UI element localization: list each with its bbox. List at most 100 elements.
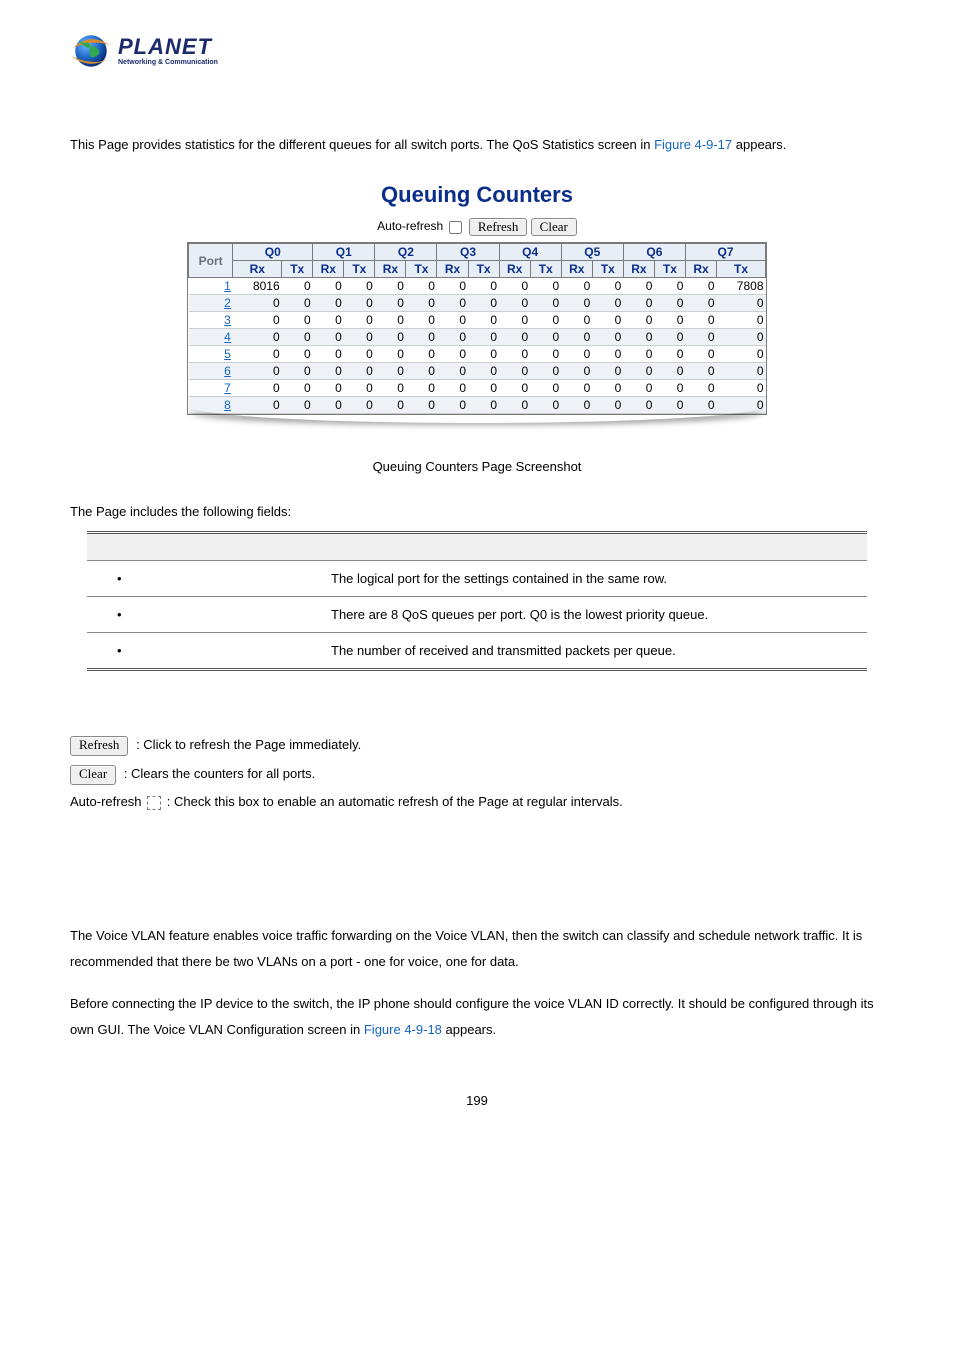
field-row: The logical port for the settings contai… (87, 561, 867, 597)
counter-cell: 0 (654, 363, 685, 380)
intro-text-pre: This Page provides statistics for the di… (70, 137, 654, 152)
port-cell: 7 (189, 380, 233, 397)
refresh-button[interactable]: Refresh (469, 218, 527, 236)
port-link[interactable]: 3 (224, 313, 231, 327)
counter-cell: 0 (468, 346, 499, 363)
counter-cell: 0 (437, 346, 468, 363)
counter-cell: 0 (468, 363, 499, 380)
counter-cell: 0 (654, 278, 685, 295)
field-label (87, 633, 319, 670)
field-description: The number of received and transmitted p… (319, 633, 867, 670)
field-row: There are 8 QoS queues per port. Q0 is t… (87, 597, 867, 633)
counter-cell: 0 (499, 380, 530, 397)
counter-cell: 0 (313, 278, 344, 295)
port-cell: 1 (189, 278, 233, 295)
counter-cell: 0 (344, 363, 375, 380)
port-link[interactable]: 2 (224, 296, 231, 310)
counter-cell: 0 (530, 380, 561, 397)
field-row: The number of received and transmitted p… (87, 633, 867, 670)
counter-cell: 0 (685, 295, 716, 312)
counter-cell: 0 (233, 295, 282, 312)
port-cell: 3 (189, 312, 233, 329)
counter-cell: 0 (717, 295, 766, 312)
counter-cell: 0 (685, 312, 716, 329)
counter-cell: 0 (499, 346, 530, 363)
counter-cell: 0 (530, 363, 561, 380)
counter-cell: 0 (344, 346, 375, 363)
clear-help-text: : Clears the counters for all ports. (124, 766, 315, 781)
field-description: The logical port for the settings contai… (319, 561, 867, 597)
col-header-sub: Rx (313, 261, 344, 278)
counter-cell: 0 (685, 278, 716, 295)
counter-cell: 0 (717, 312, 766, 329)
globe-icon (70, 30, 112, 72)
figure-link-4-9-18[interactable]: Figure 4-9-18 (364, 1022, 442, 1037)
figure-link-4-9-17[interactable]: Figure 4-9-17 (654, 137, 732, 152)
counter-cell: 0 (592, 312, 623, 329)
table-row: 40000000000000000 (189, 329, 766, 346)
counter-cell: 0 (685, 380, 716, 397)
refresh-button-sample[interactable]: Refresh (70, 736, 128, 756)
clear-button-sample[interactable]: Clear (70, 765, 116, 785)
counter-cell: 0 (282, 380, 313, 397)
port-link[interactable]: 1 (224, 279, 231, 293)
checkbox-icon (147, 796, 161, 810)
col-header-sub: Tx (344, 261, 375, 278)
table-row: 18016000000000000007808 (189, 278, 766, 295)
counter-cell: 0 (499, 312, 530, 329)
col-header-sub: Tx (406, 261, 437, 278)
counter-cell: 0 (561, 346, 592, 363)
counter-cell: 0 (592, 295, 623, 312)
port-link[interactable]: 5 (224, 347, 231, 361)
brand-tagline: Networking & Communication (118, 59, 218, 66)
counter-cell: 0 (530, 312, 561, 329)
counter-cell: 0 (468, 329, 499, 346)
autorefresh-help-text: : Check this box to enable an automatic … (167, 794, 623, 809)
counter-cell: 0 (406, 380, 437, 397)
clear-button[interactable]: Clear (531, 218, 577, 236)
col-header-queue: Q5 (561, 244, 623, 261)
col-header-queue: Q4 (499, 244, 561, 261)
counter-cell: 0 (530, 346, 561, 363)
counters-table: PortQ0Q1Q2Q3Q4Q5Q6Q7 RxTxRxTxRxTxRxTxRxT… (188, 243, 766, 414)
counter-cell: 0 (499, 295, 530, 312)
col-header-sub: Tx (530, 261, 561, 278)
page-number: 199 (70, 1093, 884, 1108)
counter-cell: 8016 (233, 278, 282, 295)
counter-cell: 0 (344, 295, 375, 312)
counter-cell: 0 (468, 278, 499, 295)
port-link[interactable]: 7 (224, 381, 231, 395)
counter-cell: 0 (344, 312, 375, 329)
counter-cell: 0 (437, 380, 468, 397)
counter-cell: 0 (282, 346, 313, 363)
col-header-port: Port (189, 244, 233, 278)
fields-intro: The Page includes the following fields: (70, 504, 884, 519)
shadow-decoration (187, 411, 767, 429)
counter-cell: 0 (313, 346, 344, 363)
counter-cell: 0 (375, 380, 406, 397)
col-header-sub: Rx (233, 261, 282, 278)
col-header-queue: Q7 (685, 244, 765, 261)
autorefresh-checkbox[interactable] (449, 221, 462, 234)
brand-name: PLANET (118, 36, 218, 58)
counter-cell: 0 (623, 312, 654, 329)
counter-cell: 0 (592, 346, 623, 363)
counters-table-wrap: PortQ0Q1Q2Q3Q4Q5Q6Q7 RxTxRxTxRxTxRxTxRxT… (187, 242, 767, 415)
counter-cell: 0 (654, 380, 685, 397)
col-header-sub: Rx (685, 261, 716, 278)
table-row: 70000000000000000 (189, 380, 766, 397)
port-link[interactable]: 4 (224, 330, 231, 344)
counter-cell: 0 (375, 363, 406, 380)
counter-cell: 0 (313, 363, 344, 380)
voice-vlan-paragraph-2: Before connecting the IP device to the s… (70, 991, 884, 1043)
counter-cell: 0 (717, 329, 766, 346)
brand-logo: PLANET Networking & Communication (70, 30, 884, 72)
col-header-queue: Q6 (623, 244, 685, 261)
intro-paragraph: This Page provides statistics for the di… (70, 132, 884, 158)
col-header-sub: Tx (717, 261, 766, 278)
buttons-help-section: Refresh : Click to refresh the Page imme… (70, 731, 884, 817)
counter-cell: 0 (437, 278, 468, 295)
counter-cell: 0 (717, 346, 766, 363)
counter-cell: 0 (654, 312, 685, 329)
port-link[interactable]: 6 (224, 364, 231, 378)
